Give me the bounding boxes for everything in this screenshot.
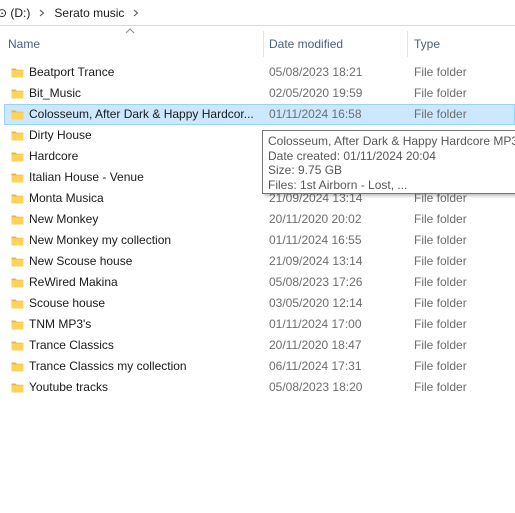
tooltip-size: Size: 9.75 GB <box>268 163 343 177</box>
file-type: File folder <box>414 317 467 331</box>
folder-icon <box>11 381 24 394</box>
file-row[interactable]: Youtube tracks 05/08/2023 18:20 File folde… <box>0 377 515 398</box>
folder-icon <box>11 297 24 310</box>
folder-icon <box>11 150 24 163</box>
file-row[interactable]: Colosseum, After Dark & Happy Hardcor...… <box>0 104 515 125</box>
file-date-modified: 20/11/2020 18:47 <box>269 338 362 352</box>
column-header-name[interactable]: Name <box>8 27 40 59</box>
file-name: Trance Classics <box>29 338 114 352</box>
breadcrumb-serato-music[interactable]: Serato music <box>52 6 126 20</box>
file-date-modified: 20/11/2020 20:02 <box>269 212 362 226</box>
file-row[interactable]: New Scouse house 21/09/2024 13:14 File fol… <box>0 251 515 272</box>
folder-icon <box>11 318 24 331</box>
file-type: File folder <box>414 212 467 226</box>
folder-icon <box>11 192 24 205</box>
file-type: File folder <box>414 107 467 121</box>
file-row[interactable]: Bit_Music 02/05/2020 19:59 File folder <box>0 83 515 104</box>
file-type: File folder <box>414 380 467 394</box>
column-header-bar: Name Date modified Type <box>0 27 515 59</box>
file-name: Beatport Trance <box>29 65 115 79</box>
chevron-right-icon[interactable] <box>38 9 46 17</box>
file-row[interactable]: TNM MP3's 01/11/2024 17:00 File folder <box>0 314 515 335</box>
folder-icon <box>11 171 24 184</box>
column-divider[interactable] <box>407 31 408 57</box>
file-name: New Scouse house <box>29 254 133 268</box>
tooltip-date-created: Date created: 01/11/2024 20:04 <box>268 148 436 163</box>
file-date-modified: 02/05/2020 19:59 <box>269 86 363 100</box>
sort-up-icon <box>125 28 135 34</box>
file-type: File folder <box>414 254 467 268</box>
file-row[interactable]: Trance Classics 20/11/2020 18:47 File fold… <box>0 335 515 356</box>
tooltip-files: Files: 1st Airborn - Lost, ... <box>268 177 408 192</box>
folder-icon <box>11 234 24 247</box>
file-type: File folder <box>414 65 467 79</box>
chevron-right-icon[interactable] <box>132 9 140 17</box>
column-divider[interactable] <box>263 31 264 57</box>
file-name: New Monkey my collection <box>29 233 172 247</box>
file-date-modified: 05/08/2023 18:21 <box>269 65 363 79</box>
file-date-modified: 01/11/2024 16:58 <box>269 107 362 121</box>
file-type: File folder <box>414 86 467 100</box>
folder-icon <box>11 213 24 226</box>
file-name: Colosseum, After Dark & Happy Hardcor... <box>29 107 254 121</box>
breadcrumb: ⊙ (D:) Serato music <box>0 0 515 26</box>
file-date-modified: 06/11/2024 17:31 <box>269 359 362 373</box>
folder-icon <box>11 129 24 142</box>
file-name: Youtube tracks <box>29 380 108 394</box>
file-row[interactable]: Scouse house 03/05/2020 12:14 File folder <box>0 293 515 314</box>
file-name: Monta Musica <box>29 191 104 205</box>
file-row[interactable]: New Monkey 20/11/2020 20:02 File folder <box>0 209 515 230</box>
file-type: File folder <box>414 338 467 352</box>
file-date-modified: 03/05/2020 12:14 <box>269 296 363 310</box>
file-row[interactable]: Trance Classics my collection 06/11/2024 … <box>0 356 515 377</box>
column-header-date-modified[interactable]: Date modified <box>269 27 343 59</box>
file-name: Hardcore <box>29 149 79 163</box>
folder-icon <box>11 108 24 121</box>
breadcrumb-drive[interactable]: ⊙ (D:) <box>0 6 32 20</box>
file-date-modified: 21/09/2024 13:14 <box>269 254 363 268</box>
file-date-modified: 01/11/2024 16:55 <box>269 233 362 247</box>
file-name: Scouse house <box>29 296 106 310</box>
folder-icon <box>11 276 24 289</box>
folder-icon <box>11 87 24 100</box>
file-type: File folder <box>414 296 467 310</box>
file-row[interactable]: New Monkey my collection 01/11/2024 16:55… <box>0 230 515 251</box>
tooltip-title: Colosseum, After Dark & Happy Hardcore M… <box>268 134 515 148</box>
file-name: TNM MP3's <box>29 317 92 331</box>
file-name: Trance Classics my collection <box>29 359 187 373</box>
file-row[interactable]: ReWired Makina 05/08/2023 17:26 File folde… <box>0 272 515 293</box>
file-date-modified: 05/08/2023 17:26 <box>269 275 363 289</box>
folder-tooltip: Colosseum, After Dark & Happy Hardcore M… <box>262 130 515 194</box>
folder-icon <box>11 255 24 268</box>
folder-icon <box>11 339 24 352</box>
file-date-modified: 01/11/2024 17:00 <box>269 317 362 331</box>
file-name: New Monkey <box>29 212 99 226</box>
file-name: Italian House - Venue <box>29 170 144 184</box>
folder-icon <box>11 360 24 373</box>
folder-icon <box>11 66 24 79</box>
file-type: File folder <box>414 233 467 247</box>
file-date-modified: 05/08/2023 18:20 <box>269 380 363 394</box>
file-name: ReWired Makina <box>29 275 118 289</box>
file-row[interactable]: Beatport Trance 05/08/2023 18:21 File fold… <box>0 62 515 83</box>
file-name: Dirty House <box>29 128 92 142</box>
file-name: Bit_Music <box>29 86 82 100</box>
file-type: File folder <box>414 359 467 373</box>
file-type: File folder <box>414 275 467 289</box>
column-header-type[interactable]: Type <box>414 27 440 59</box>
